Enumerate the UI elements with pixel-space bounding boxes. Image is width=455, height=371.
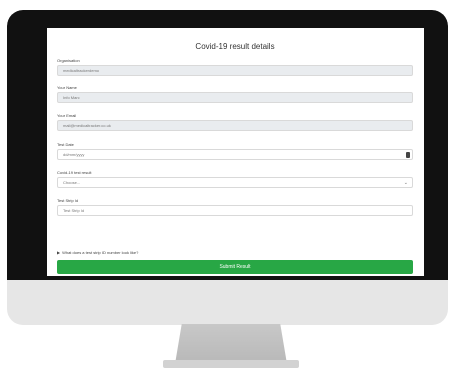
email-label: Your Email	[57, 113, 77, 118]
test-date-placeholder: dd/mm/yyyy	[63, 152, 85, 157]
test-strip-help-toggle[interactable]: ▶ What does a test strip ID number look l…	[57, 250, 138, 255]
test-strip-placeholder: Test Strip Id	[63, 208, 85, 213]
submit-result-button[interactable]: Submit Result	[57, 260, 413, 274]
organisation-field: medicaltrackerdemo	[57, 65, 413, 76]
organisation-label: Organisation	[57, 58, 80, 63]
test-result-selected: Choose...	[63, 180, 81, 185]
calendar-icon[interactable]	[406, 152, 410, 158]
monitor: Covid-19 result details Organisation med…	[7, 10, 448, 325]
monitor-bezel: Covid-19 result details Organisation med…	[7, 10, 448, 280]
name-label: Your Name	[57, 85, 77, 90]
form-title: Covid-19 result details	[195, 42, 275, 51]
test-date-label: Test Date	[57, 142, 74, 147]
test-result-label: Covid-19 test result	[57, 170, 92, 175]
test-date-input[interactable]: dd/mm/yyyy	[57, 149, 413, 160]
monitor-stand-base	[163, 360, 299, 368]
name-field: Info Marc	[57, 92, 413, 103]
test-result-select[interactable]: Choose... ⌄	[57, 177, 413, 188]
test-strip-input[interactable]: Test Strip Id	[57, 205, 413, 216]
help-text: What does a test strip ID number look li…	[62, 250, 139, 255]
test-strip-label: Test Strip Id	[57, 198, 79, 203]
triangle-right-icon: ▶	[57, 250, 61, 255]
email-field: mail@medicaltracker.co.uk	[57, 120, 413, 131]
screen: Covid-19 result details Organisation med…	[47, 28, 424, 276]
monitor-stand-neck	[175, 324, 287, 364]
chevron-up-down-icon: ⌄	[403, 180, 408, 186]
